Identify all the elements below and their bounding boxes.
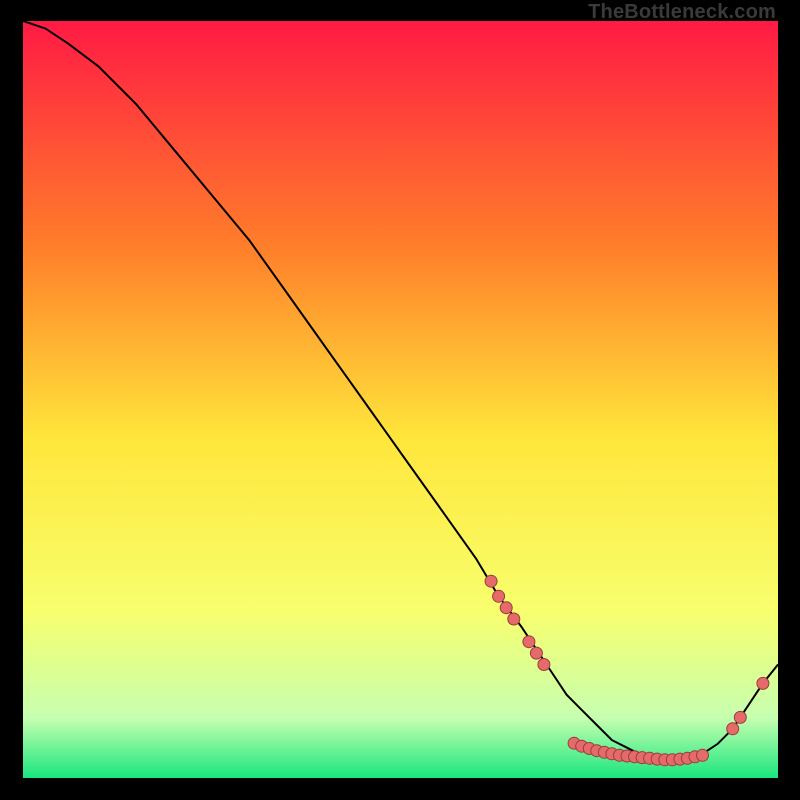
data-marker	[508, 613, 520, 625]
plot-area	[23, 21, 778, 778]
bottleneck-chart	[23, 21, 778, 778]
data-marker	[734, 711, 746, 723]
data-marker	[530, 647, 542, 659]
data-marker	[757, 677, 769, 689]
data-marker	[485, 575, 497, 587]
data-marker	[697, 749, 709, 761]
data-marker	[727, 723, 739, 735]
gradient-background	[23, 21, 778, 778]
data-marker	[493, 590, 505, 602]
chart-stage: TheBottleneck.com	[0, 0, 800, 800]
data-marker	[523, 636, 535, 648]
data-marker	[538, 659, 550, 671]
watermark-text: TheBottleneck.com	[588, 2, 776, 22]
data-marker	[500, 602, 512, 614]
